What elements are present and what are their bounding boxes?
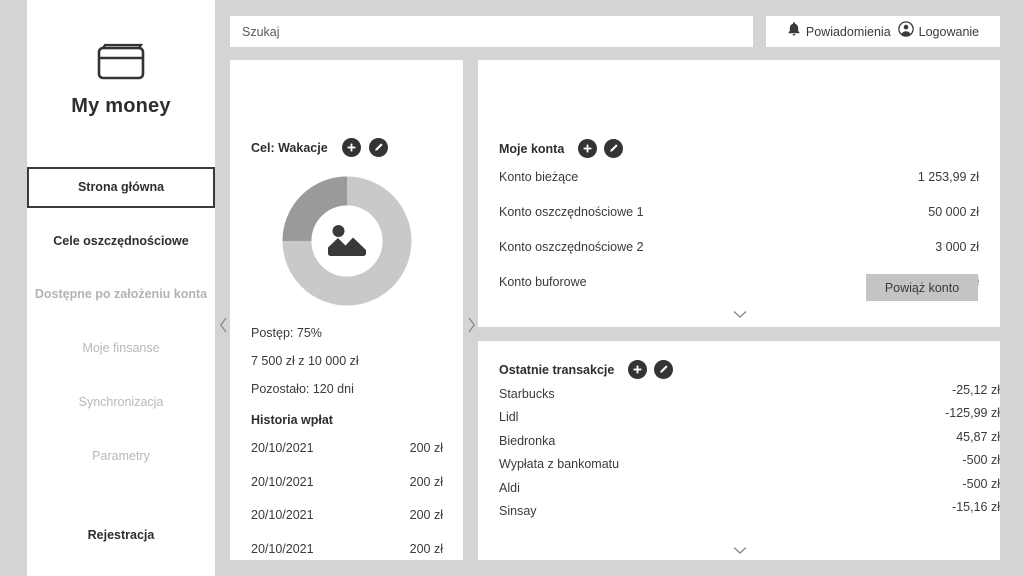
notifications-label: Powiadomienia — [805, 24, 891, 39]
goal-progress-chart — [230, 176, 463, 306]
sidebar-item-label: Moje finsanse — [82, 340, 160, 355]
plus-icon[interactable] — [628, 360, 648, 379]
list-item: Starbucks — [499, 387, 555, 401]
chevron-right-icon — [467, 317, 475, 333]
goal-remaining-label: Pozostało: 120 dni — [251, 382, 354, 396]
pencil-icon[interactable] — [368, 138, 388, 157]
goal-history-title: Historia wpłat — [251, 413, 333, 427]
transactions-card-expand-button[interactable] — [728, 543, 752, 557]
sidebar-item-moje-finsanse[interactable]: Moje finsanse — [27, 328, 215, 368]
goal-progress-label: Postęp: 75% — [251, 326, 322, 340]
wallet-icon — [27, 40, 215, 89]
transaction-amount: -500 zł — [962, 453, 1000, 468]
deposit-date: 20/10/2021 — [251, 541, 314, 556]
goal-next-button[interactable] — [464, 315, 478, 335]
accounts-card-expand-button[interactable] — [728, 307, 752, 321]
deposit-amount: 200 zł — [409, 441, 443, 455]
search-input[interactable]: Szukaj — [230, 16, 753, 47]
transaction-amounts-list: -25,12 zł -125,99 zł 45,87 zł -500 zł -5… — [945, 383, 1000, 523]
list-item: 20/10/2021 200 zł — [251, 508, 443, 542]
plus-icon[interactable] — [341, 138, 361, 157]
sidebar-item-label: Cele oszczędnościowe — [53, 233, 189, 248]
account-balance: 3 000 zł — [935, 240, 979, 254]
sidebar-section-dostepne-po-zalozeniu-konta: Dostępne po założeniu konta — [27, 274, 215, 314]
goal-amount-label: 7 500 zł z 10 000 zł — [251, 354, 359, 368]
sidebar-item-label: Rejestracja — [87, 528, 155, 542]
sidebar-item-rejestracja[interactable]: Rejestracja — [27, 528, 215, 542]
deposit-amount: 200 zł — [409, 508, 443, 522]
account-balance: 50 000 zł — [928, 205, 979, 219]
accounts-card-header: Moje konta — [499, 139, 624, 158]
deposit-amount: 200 zł — [409, 541, 443, 556]
account-balance: 1 253,99 zł — [917, 170, 979, 184]
transaction-amount: -125,99 zł — [945, 406, 1000, 421]
pencil-icon[interactable] — [604, 139, 624, 158]
brand-name: My money — [71, 95, 171, 117]
table-row: Konto bieżące 1 253,99 zł — [499, 170, 979, 205]
table-row: Konto oszczędnościowe 1 50 000 zł — [499, 205, 979, 240]
list-item: Biedronka — [499, 433, 556, 448]
transaction-amount: -500 zł — [962, 476, 1000, 491]
list-item: Wypłata z bankomatu — [499, 457, 620, 472]
chevron-down-icon — [733, 310, 747, 318]
notifications-button[interactable]: Powiadomienia — [787, 21, 891, 42]
login-label: Logowanie — [918, 24, 980, 39]
transaction-names-list: Starbucks Lidl Biedronka Wypłata z banko… — [499, 387, 799, 527]
sidebar: My money Strona główna Cele oszczędności… — [27, 0, 215, 576]
goal-prev-button[interactable] — [216, 315, 230, 335]
transaction-amount: -15,16 zł — [952, 499, 1000, 514]
chevron-left-icon — [219, 317, 227, 333]
accounts-card-title: Moje konta — [499, 141, 565, 156]
sidebar-item-label: Strona główna — [77, 180, 165, 194]
account-name: Konto bieżące — [499, 170, 579, 184]
goal-card-title: Cel: Wakacje — [251, 140, 328, 155]
sidebar-item-label: Synchronizacja — [78, 394, 164, 409]
deposit-date: 20/10/2021 — [251, 508, 314, 522]
account-name: Konto buforowe — [499, 275, 587, 289]
search-placeholder: Szukaj — [242, 24, 280, 39]
deposit-history-list: 20/10/2021 200 zł 20/10/2021 200 zł 20/1… — [251, 441, 443, 576]
link-account-button[interactable]: Powiąż konto — [866, 274, 978, 301]
user-circle-icon — [897, 21, 914, 42]
sidebar-nav: Strona główna Cele oszczędnościowe Dostę… — [27, 167, 215, 476]
chevron-down-icon — [733, 546, 747, 554]
plus-icon[interactable] — [578, 139, 598, 158]
account-name: Konto oszczędnościowe 1 — [499, 205, 644, 219]
table-row: Konto oszczędnościowe 2 3 000 zł — [499, 240, 979, 275]
list-item: Lidl — [499, 410, 519, 425]
sidebar-item-parametry[interactable]: Parametry — [27, 436, 215, 476]
list-item: Sinsay — [499, 503, 537, 518]
login-button[interactable]: Logowanie — [897, 21, 980, 42]
transaction-amount: -25,12 zł — [952, 383, 1000, 397]
sidebar-item-label: Parametry — [92, 448, 150, 463]
deposit-date: 20/10/2021 — [251, 474, 314, 489]
goal-card-header: Cel: Wakacje — [251, 138, 388, 157]
sidebar-item-synchronizacja[interactable]: Synchronizacja — [27, 382, 215, 422]
sidebar-item-strona-glowna[interactable]: Strona główna — [27, 167, 215, 208]
transactions-card-header: Ostatnie transakcje — [499, 360, 674, 379]
transactions-card-title: Ostatnie transakcje — [499, 362, 615, 377]
list-item: Aldi — [499, 480, 520, 495]
sidebar-item-cele-oszczednosciowe[interactable]: Cele oszczędnościowe — [27, 221, 215, 261]
list-item: 20/10/2021 200 zł — [251, 475, 443, 509]
bell-icon — [787, 21, 801, 42]
app-root: My money Strona główna Cele oszczędności… — [0, 0, 1024, 576]
list-item: 20/10/2021 200 zł — [251, 542, 443, 576]
link-account-label: Powiąż konto — [884, 280, 960, 295]
account-name: Konto oszczędnościowe 2 — [499, 240, 644, 254]
list-item: 20/10/2021 200 zł — [251, 441, 443, 475]
header-actions: Powiadomienia Logowanie — [766, 16, 1000, 47]
deposit-amount: 200 zł — [409, 474, 443, 489]
transaction-amount: 45,87 zł — [956, 429, 1000, 444]
pencil-icon[interactable] — [654, 360, 674, 379]
brand: My money — [27, 40, 215, 118]
goal-card: Cel: Wakacje Postęp: 75% 7 500 zł z 10 0… — [230, 60, 463, 576]
sidebar-section-label: Dostępne po założeniu konta — [34, 286, 208, 301]
deposit-date: 20/10/2021 — [251, 441, 314, 455]
